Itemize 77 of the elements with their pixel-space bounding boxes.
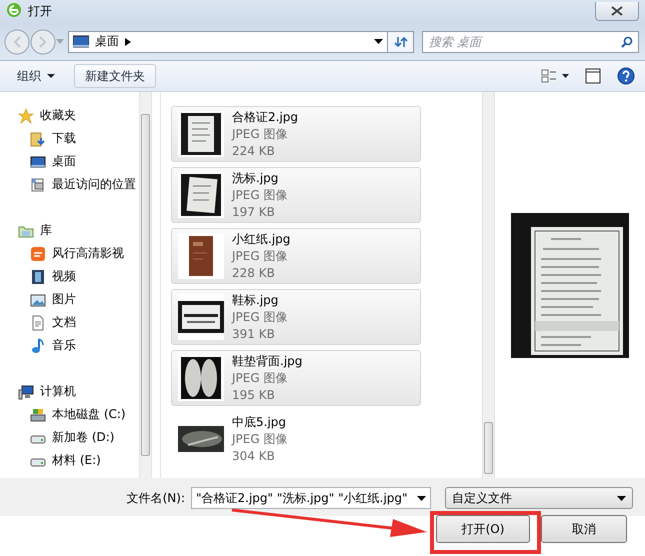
- file-size: 228 KB: [232, 264, 276, 282]
- file-name: 合格证2.jpg: [232, 108, 298, 126]
- organize-menu[interactable]: 组织: [6, 64, 66, 88]
- nav-item[interactable]: 音乐: [52, 337, 76, 354]
- address-bar[interactable]: 桌面: [68, 30, 388, 53]
- file-name: 鞋垫背面.jpg: [232, 352, 302, 370]
- file-name: 小红纸.jpg: [232, 230, 290, 248]
- file-size: 197 KB: [232, 204, 276, 221]
- file-name: 中底5.jpg: [232, 414, 288, 431]
- file-item[interactable]: 洗标.jpg JPEG 图像 197 KB: [171, 167, 421, 224]
- desktop-icon: [73, 34, 89, 49]
- caret-icon[interactable]: [417, 496, 426, 501]
- search-field[interactable]: 搜索 桌面: [422, 30, 639, 53]
- file-type: JPEG 图像: [232, 126, 288, 143]
- caret-icon[interactable]: [617, 496, 626, 501]
- file-type-dropdown[interactable]: 自定义文件: [445, 487, 633, 510]
- nav-item[interactable]: 本地磁盘 (C:): [52, 406, 126, 424]
- file-type: JPEG 图像: [232, 248, 288, 265]
- nav-item[interactable]: 桌面: [52, 153, 76, 170]
- refresh-button[interactable]: [388, 30, 414, 53]
- nav-item[interactable]: 下载: [52, 130, 76, 148]
- window-title: 打开: [28, 3, 52, 20]
- folder-download-icon: [30, 130, 46, 147]
- close-icon[interactable]: [611, 6, 623, 16]
- file-type: JPEG 图像: [232, 430, 288, 448]
- file-size: 224 KB: [232, 142, 276, 160]
- nav-item[interactable]: 图片: [52, 291, 76, 308]
- chevron-icon[interactable]: [125, 38, 131, 46]
- new-folder-button[interactable]: 新建文件夹: [74, 64, 156, 88]
- nav-group-label[interactable]: 计算机: [40, 383, 76, 400]
- file-size: 391 KB: [232, 326, 276, 343]
- caret-icon[interactable]: [374, 38, 383, 45]
- file-type: JPEG 图像: [232, 186, 288, 204]
- player-icon: [30, 246, 46, 262]
- file-item[interactable]: 鞋垫背面.jpg JPEG 图像 195 KB: [171, 350, 421, 406]
- file-size: 195 KB: [232, 386, 276, 404]
- desktop-icon: [30, 154, 46, 170]
- picture-icon: [30, 292, 46, 308]
- file-type: JPEG 图像: [232, 308, 288, 326]
- file-item[interactable]: 鞋标.jpg JPEG 图像 391 KB: [171, 289, 421, 346]
- drive-icon: [30, 406, 46, 423]
- address-path[interactable]: 桌面: [95, 33, 119, 50]
- nav-item[interactable]: 文档: [52, 314, 76, 332]
- nav-item[interactable]: 视频: [52, 268, 76, 286]
- caret-icon[interactable]: [47, 74, 55, 79]
- nav-item[interactable]: 最近访问的位置: [52, 176, 136, 194]
- close-button[interactable]: [595, 2, 639, 22]
- nav-item[interactable]: 材料 (E:): [52, 452, 101, 470]
- refresh-icon[interactable]: [394, 34, 408, 49]
- nav-item[interactable]: 风行高清影视: [52, 245, 124, 262]
- recent-places-icon: [30, 176, 46, 193]
- file-name: 鞋标.jpg: [232, 292, 280, 309]
- document-icon: [30, 314, 46, 331]
- browser-icon: [6, 2, 22, 18]
- file-item[interactable]: 中底5.jpg JPEG 图像 304 KB: [171, 411, 421, 468]
- music-note-icon: [30, 338, 46, 354]
- help-icon[interactable]: [617, 67, 635, 86]
- scrollbar[interactable]: [482, 92, 494, 478]
- filename-field[interactable]: "合格证2.jpg" "洗标.jpg" "小红纸.jpg": [191, 487, 431, 510]
- filename-label: 文件名(N):: [126, 490, 185, 507]
- file-size: 304 KB: [232, 448, 276, 465]
- scrollbar[interactable]: [139, 92, 151, 478]
- film-icon: [30, 268, 46, 285]
- file-item[interactable]: 合格证2.jpg JPEG 图像 224 KB: [171, 106, 421, 162]
- star-icon: [18, 108, 34, 124]
- file-name: 洗标.jpg: [232, 170, 280, 187]
- cancel-button[interactable]: 取消: [541, 515, 627, 544]
- computer-icon: [18, 384, 34, 400]
- preview-pane-icon[interactable]: [585, 68, 601, 84]
- view-options-icon[interactable]: [541, 68, 569, 84]
- file-item[interactable]: 小红纸.jpg JPEG 图像 228 KB: [171, 228, 421, 284]
- search-icon: [621, 36, 633, 48]
- file-type: JPEG 图像: [232, 370, 288, 387]
- open-button[interactable]: 打开(O): [436, 515, 530, 544]
- nav-item[interactable]: 新加卷 (D:): [52, 429, 114, 446]
- nav-group-label[interactable]: 库: [40, 222, 52, 240]
- nav-group-label[interactable]: 收藏夹: [40, 107, 76, 124]
